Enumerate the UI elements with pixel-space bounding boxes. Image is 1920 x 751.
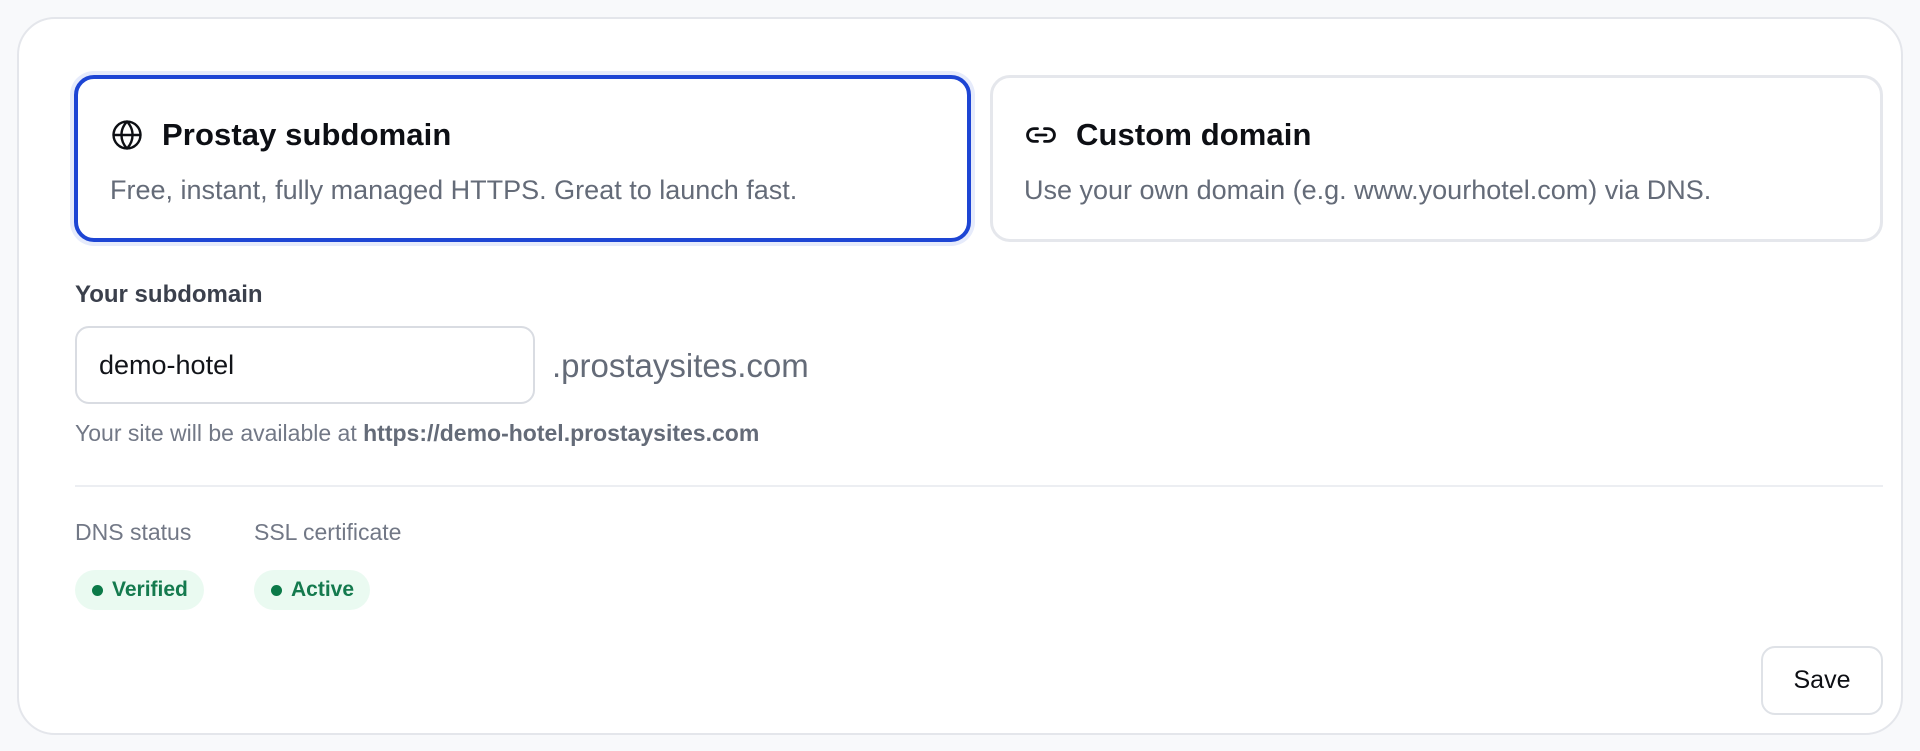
domain-suffix: .prostaysites.com bbox=[552, 347, 809, 384]
option-custom-domain-header: Custom domain bbox=[1024, 117, 1312, 153]
dns-status-value: Verified bbox=[112, 578, 188, 601]
dns-status-badge: Verified bbox=[75, 570, 204, 610]
option-prostay-subdomain-header: Prostay subdomain bbox=[110, 117, 451, 153]
option-custom-domain-title: Custom domain bbox=[1076, 117, 1312, 152]
ssl-certificate-status: SSL certificate Active bbox=[254, 519, 402, 610]
site-url-hint-text: Your site will be available at bbox=[75, 420, 357, 446]
status-dot-icon bbox=[271, 584, 282, 596]
option-prostay-subdomain-title: Prostay subdomain bbox=[162, 117, 452, 152]
option-custom-domain[interactable]: Custom domain Use your own domain (e.g. … bbox=[990, 75, 1883, 242]
option-custom-domain-description: Use your own domain (e.g. www.yourhotel.… bbox=[1024, 175, 1712, 205]
dns-status-label: DNS status bbox=[75, 519, 192, 545]
dns-status: DNS status Verified bbox=[75, 519, 204, 610]
subdomain-label: Your subdomain bbox=[75, 281, 263, 308]
ssl-certificate-label: SSL certificate bbox=[254, 519, 402, 545]
link-icon bbox=[1026, 127, 1056, 143]
globe-icon bbox=[112, 120, 142, 150]
subdomain-input[interactable] bbox=[75, 326, 535, 404]
ssl-certificate-badge: Active bbox=[254, 570, 371, 610]
ssl-certificate-value: Active bbox=[291, 578, 355, 601]
option-prostay-subdomain[interactable]: Prostay subdomain Free, instant, fully m… bbox=[74, 75, 971, 242]
site-url-hint: Your site will be available at https://d… bbox=[75, 420, 759, 447]
section-divider bbox=[75, 485, 1883, 487]
save-button[interactable]: Save bbox=[1761, 646, 1883, 715]
option-prostay-subdomain-description: Free, instant, fully managed HTTPS. Grea… bbox=[110, 175, 798, 205]
status-dot-icon bbox=[92, 584, 103, 596]
domain-settings-card: Prostay subdomain Free, instant, fully m… bbox=[17, 17, 1903, 735]
site-url: https://demo-hotel.prostaysites.com bbox=[363, 420, 760, 446]
